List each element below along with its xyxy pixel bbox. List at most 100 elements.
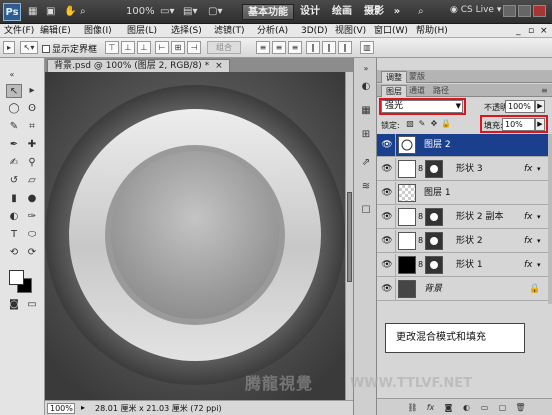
canvas[interactable] bbox=[45, 72, 345, 400]
tab-channels[interactable]: 通道 bbox=[405, 85, 429, 97]
combine-button[interactable]: 组合 bbox=[207, 41, 241, 54]
menu-filter[interactable]: 滤镜(T) bbox=[214, 25, 245, 37]
tab-paths[interactable]: 路径 bbox=[429, 85, 453, 97]
minibridge-icon[interactable]: ▣ bbox=[46, 5, 55, 19]
layer-name[interactable]: 图层 2 bbox=[424, 140, 451, 151]
expand-effects-icon[interactable]: ▾ bbox=[537, 236, 541, 247]
visibility-eye-icon[interactable]: 👁 bbox=[381, 212, 393, 223]
layer-row[interactable]: 👁 8 形状 2 副本 fx ▾ bbox=[377, 206, 548, 229]
visibility-eye-icon[interactable]: 👁 bbox=[381, 164, 393, 175]
3d-orbit-tool-icon[interactable]: ⟳ bbox=[24, 246, 40, 260]
ellipse-marquee-tool-icon[interactable]: ◯ bbox=[6, 102, 22, 116]
layer-name[interactable]: 背景 bbox=[424, 284, 442, 295]
workspace-essentials-button[interactable]: 基本功能 bbox=[242, 4, 294, 20]
3d-rotate-tool-icon[interactable]: ⟲ bbox=[6, 246, 22, 260]
search-icon[interactable]: ⌕ bbox=[418, 5, 424, 19]
layer-name[interactable]: 图层 1 bbox=[424, 188, 451, 199]
minimize-button[interactable] bbox=[503, 5, 516, 17]
opacity-slider-button[interactable]: ▶ bbox=[535, 100, 545, 113]
layers-scrollbar[interactable] bbox=[548, 134, 552, 304]
distribute-bottom-icon[interactable]: ≡ bbox=[288, 41, 302, 54]
history-brush-tool-icon[interactable]: ↺ bbox=[6, 174, 22, 188]
auto-align-icon[interactable]: ▥ bbox=[360, 41, 374, 54]
layer-row[interactable]: 👁 图层 1 bbox=[377, 182, 548, 205]
styles-panel-icon[interactable]: ⊞ bbox=[359, 128, 373, 142]
tab-layers[interactable]: 图层 bbox=[381, 85, 407, 97]
workspace-design-button[interactable]: 设计 bbox=[298, 4, 322, 20]
distribute-hcenter-icon[interactable]: ∥ bbox=[322, 41, 336, 54]
opacity-input[interactable]: 100% bbox=[505, 100, 535, 113]
visibility-eye-icon[interactable]: 👁 bbox=[381, 140, 393, 151]
quick-mask-icon[interactable]: ◙ bbox=[6, 298, 22, 312]
distribute-right-icon[interactable]: ∥ bbox=[338, 41, 352, 54]
menu-image[interactable]: 图像(I) bbox=[84, 25, 112, 37]
layer-name[interactable]: 形状 3 bbox=[456, 164, 483, 175]
align-left-icon[interactable]: ⊢ bbox=[155, 41, 169, 54]
foreground-color-swatch[interactable] bbox=[9, 270, 24, 285]
cs-live-button[interactable]: ◉ CS Live ▾ bbox=[450, 5, 501, 15]
menu-help[interactable]: 帮助(H) bbox=[416, 25, 448, 37]
close-document-icon[interactable]: × bbox=[215, 61, 223, 71]
zoom-level-dropdown[interactable]: 100% bbox=[126, 5, 155, 19]
align-bottom-icon[interactable]: ⊥ bbox=[137, 41, 151, 54]
more-workspaces-button[interactable]: » bbox=[392, 4, 402, 20]
fx-icon[interactable]: fx bbox=[524, 260, 533, 271]
history-panel-icon[interactable]: ⇗ bbox=[359, 156, 373, 170]
align-top-icon[interactable]: ⊤ bbox=[105, 41, 119, 54]
visibility-eye-icon[interactable]: 👁 bbox=[381, 188, 393, 199]
new-group-icon[interactable]: ▭ bbox=[479, 402, 490, 413]
lock-all-icon[interactable]: 🔒 bbox=[441, 119, 451, 129]
channels-panel-icon[interactable]: ≋ bbox=[359, 180, 373, 194]
fx-icon[interactable]: fx bbox=[524, 212, 533, 223]
layer-row[interactable]: 👁 8 形状 1 fx ▾ bbox=[377, 254, 548, 277]
distribute-left-icon[interactable]: ∥ bbox=[306, 41, 320, 54]
link-layers-icon[interactable]: ⛓ bbox=[407, 402, 418, 413]
healing-brush-tool-icon[interactable]: ✚ bbox=[24, 138, 40, 152]
align-right-icon[interactable]: ⊣ bbox=[187, 41, 201, 54]
workspace-photography-button[interactable]: 摄影 bbox=[362, 4, 386, 20]
zoom-field[interactable]: 100% bbox=[47, 403, 75, 414]
vertical-scrollbar[interactable] bbox=[345, 72, 353, 400]
hand-tool-icon[interactable]: ✋ bbox=[64, 5, 76, 19]
eraser-tool-icon[interactable]: ▱ bbox=[24, 174, 40, 188]
align-vcenter-icon[interactable]: ⊥ bbox=[121, 41, 135, 54]
add-style-icon[interactable]: fx bbox=[425, 402, 436, 413]
brush-tool-icon[interactable]: ✍ bbox=[6, 156, 22, 170]
expand-effects-icon[interactable]: ▾ bbox=[537, 212, 541, 223]
add-mask-icon[interactable]: ◙ bbox=[443, 402, 454, 413]
swatches-panel-icon[interactable]: ▦ bbox=[359, 104, 373, 118]
menu-select[interactable]: 选择(S) bbox=[171, 25, 202, 37]
status-menu-icon[interactable]: ▸ bbox=[81, 403, 85, 412]
fx-icon[interactable]: fx bbox=[524, 236, 533, 247]
scrollbar-thumb[interactable] bbox=[347, 192, 352, 282]
doc-restore-icon[interactable]: ▫ bbox=[528, 25, 534, 37]
adjustment-layer-icon[interactable]: ◐ bbox=[461, 402, 472, 413]
layer-row[interactable]: 👁 8 形状 3 fx ▾ bbox=[377, 158, 548, 181]
quick-select-tool-icon[interactable]: ✎ bbox=[6, 120, 22, 134]
screen-mode-tool-icon[interactable]: ▭ bbox=[24, 298, 40, 312]
layer-row[interactable]: 👁 8 形状 2 fx ▾ bbox=[377, 230, 548, 253]
visibility-eye-icon[interactable]: 👁 bbox=[381, 284, 393, 295]
type-tool-icon[interactable]: T bbox=[6, 228, 22, 242]
distribute-vcenter-icon[interactable]: ≡ bbox=[272, 41, 286, 54]
screen-mode-icon[interactable]: ▢▾ bbox=[208, 5, 222, 19]
lock-transparency-icon[interactable]: ▧ bbox=[405, 119, 415, 129]
paths-panel-icon[interactable]: ☐ bbox=[359, 204, 373, 218]
blur-tool-icon[interactable]: ● bbox=[24, 192, 40, 206]
distribute-top-icon[interactable]: ≡ bbox=[256, 41, 270, 54]
menu-file[interactable]: 文件(F) bbox=[4, 25, 34, 37]
lock-image-icon[interactable]: ✎ bbox=[417, 119, 427, 129]
adjustments-panel-icon[interactable]: ◐ bbox=[359, 80, 373, 94]
bridge-icon[interactable]: ▦ bbox=[28, 5, 37, 19]
doc-close-icon[interactable]: × bbox=[540, 25, 548, 37]
zoom-tool-icon[interactable]: ⌕ bbox=[80, 5, 86, 19]
menu-layer[interactable]: 图层(L) bbox=[127, 25, 157, 37]
lasso-tool-icon[interactable]: ʘ bbox=[24, 102, 40, 116]
expand-effects-icon[interactable]: ▾ bbox=[537, 164, 541, 175]
maximize-button[interactable] bbox=[518, 5, 531, 17]
dodge-tool-icon[interactable]: ◐ bbox=[6, 210, 22, 224]
move-tool-preset-icon[interactable]: ↖▾ bbox=[20, 41, 38, 54]
visibility-eye-icon[interactable]: 👁 bbox=[381, 260, 393, 271]
tool-preset-icon[interactable]: ▸ bbox=[3, 41, 15, 54]
collapse-dock-icon[interactable]: » bbox=[359, 62, 373, 76]
